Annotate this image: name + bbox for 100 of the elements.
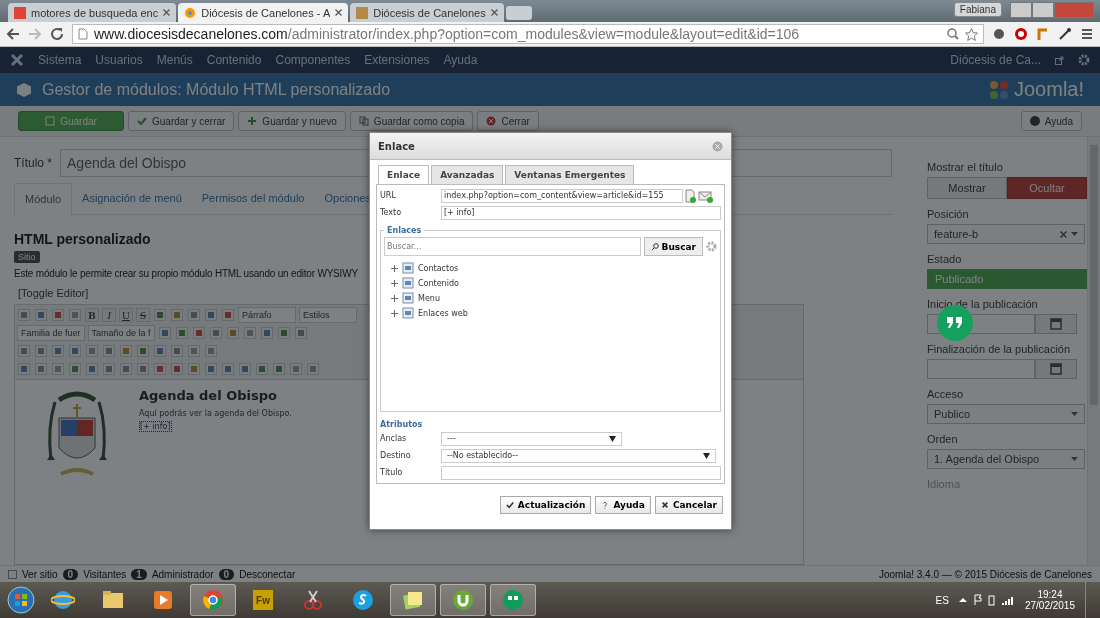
ie-app-icon[interactable] (51, 588, 75, 612)
expand-icon[interactable] (391, 279, 398, 287)
editor-tool-icon[interactable] (225, 326, 240, 340)
module-tab[interactable]: Permisos del módulo (191, 183, 315, 214)
chrome-app-icon[interactable] (201, 588, 225, 612)
scissors-app-icon[interactable] (301, 588, 325, 612)
status-link[interactable]: Administrador (151, 568, 214, 580)
editor-tool-icon[interactable] (102, 362, 116, 376)
target-select[interactable]: --No establecido-- (441, 448, 716, 463)
editor-tool-icon[interactable] (170, 344, 184, 358)
editor-tool-icon[interactable] (68, 344, 82, 358)
editor-tool-icon[interactable] (17, 362, 31, 376)
editor-tool-icon[interactable] (187, 308, 201, 322)
editor-tool-icon[interactable] (119, 362, 133, 376)
dialog-tab[interactable]: Enlace (378, 165, 430, 185)
close-icon[interactable] (335, 9, 343, 16)
editor-tool-icon[interactable] (187, 344, 201, 358)
new-tab-button[interactable] (505, 6, 532, 20)
tree-item[interactable]: Contenido (418, 278, 459, 288)
toggle-option[interactable]: Mostrar (927, 177, 1007, 199)
close-icon[interactable] (163, 9, 171, 16)
editor-tool-icon[interactable] (85, 362, 99, 376)
browser-tab[interactable]: motores de busqueda enc (8, 3, 177, 22)
toggle-option[interactable]: Ocultar (1007, 177, 1087, 199)
format-button[interactable]: B (85, 308, 99, 322)
editor-tool-icon[interactable] (170, 308, 184, 322)
maximize-button[interactable] (1032, 2, 1054, 18)
status-link[interactable]: Ver sitio (22, 568, 58, 580)
status-select[interactable]: Publicado (927, 269, 1087, 289)
language-indicator[interactable]: ES (935, 594, 949, 606)
editor-tool-icon[interactable] (187, 362, 201, 376)
select-field[interactable]: 1. Agenda del Obispo (927, 449, 1085, 469)
close-icon[interactable] (490, 9, 498, 16)
nav-menu-item[interactable]: Extensiones (364, 53, 430, 67)
editor-tool-icon[interactable] (153, 362, 167, 376)
anchors-select[interactable]: --- (441, 431, 622, 446)
clear-icon[interactable] (1060, 230, 1067, 238)
dialog-button[interactable]: Cancelar (654, 496, 723, 514)
editor-tool-icon[interactable] (136, 362, 150, 376)
editor-tool-icon[interactable] (102, 344, 116, 358)
expand-icon[interactable] (391, 309, 398, 317)
editor-tool-icon[interactable] (51, 362, 65, 376)
editor-tool-icon[interactable] (51, 308, 65, 322)
skype-app-icon[interactable] (351, 588, 375, 612)
editor-tool-icon[interactable] (238, 362, 252, 376)
media-app-icon[interactable] (151, 588, 175, 612)
calendar-button[interactable] (1035, 359, 1077, 379)
nav-menu-item[interactable]: Menús (156, 53, 193, 67)
date-field[interactable] (927, 359, 1035, 379)
torrent-app-icon[interactable] (451, 588, 475, 612)
editor-tool-icon[interactable] (272, 362, 286, 376)
nav-menu-item[interactable]: Usuarios (95, 53, 143, 67)
tree-item[interactable]: Menu (418, 293, 440, 303)
editor-tool-icon[interactable] (191, 326, 206, 340)
editor-tool-icon[interactable] (174, 326, 189, 340)
toolbar-button[interactable]: Cerrar (477, 111, 539, 131)
nav-menu-item[interactable]: Ayuda (443, 53, 478, 67)
expand-icon[interactable] (391, 264, 398, 272)
editor-tool-icon[interactable] (34, 308, 48, 322)
editor-tool-icon[interactable] (259, 326, 274, 340)
editor-tool-icon[interactable] (306, 362, 320, 376)
editor-tool-icon[interactable] (34, 362, 48, 376)
editor-tool-icon[interactable] (34, 344, 48, 358)
format-button[interactable]: S (136, 308, 150, 322)
editor-tool-icon[interactable] (221, 308, 235, 322)
editor-tool-icon[interactable] (204, 344, 218, 358)
format-button[interactable]: U (119, 308, 133, 322)
toolbar-button[interactable]: Guardar como copia (349, 111, 474, 131)
dialog-button[interactable]: Actualización (499, 496, 592, 514)
url-field[interactable]: index.php?option=com_content&view=article&id=155 (441, 188, 683, 203)
toolbar-button[interactable]: Guardar y nuevo (238, 111, 346, 131)
browser-tab[interactable]: Diócesis de Canelones - A (178, 3, 349, 22)
editor-tool-icon[interactable] (221, 362, 235, 376)
editor-tool-icon[interactable] (85, 344, 99, 358)
text-field[interactable]: [+ info] (441, 205, 721, 220)
font-size-select[interactable]: Tamaño de la f (87, 325, 155, 341)
nav-menu-item[interactable]: Sistema (38, 53, 82, 67)
editor-tool-icon[interactable] (204, 308, 218, 322)
editor-tool-icon[interactable] (68, 362, 82, 376)
nav-menu-item[interactable]: Contenido (206, 53, 262, 67)
editor-tool-icon[interactable] (276, 326, 291, 340)
search-button[interactable]: Buscar (643, 237, 703, 256)
toolbar-button[interactable]: Guardar (18, 111, 124, 131)
search-field[interactable]: Buscar... (384, 237, 641, 256)
tree-item[interactable]: Contactos (418, 263, 459, 273)
editor-tool-icon[interactable] (242, 326, 257, 340)
profile-button[interactable]: Fabiana (953, 2, 1002, 17)
status-link[interactable]: Desconectar (239, 568, 296, 580)
help-button[interactable]: Ayuda (1020, 111, 1082, 131)
editor-tool-icon[interactable] (170, 362, 184, 376)
calendar-button[interactable] (1035, 314, 1077, 334)
editor-tool-icon[interactable] (293, 326, 308, 340)
expand-icon[interactable] (391, 294, 398, 302)
editor-tool-icon[interactable] (153, 308, 167, 322)
paragraph-select[interactable]: Párrafo (238, 307, 296, 323)
styles-select[interactable]: Estilos (299, 307, 357, 323)
editor-tool-icon[interactable] (68, 308, 82, 322)
format-button[interactable]: I (102, 308, 116, 322)
tree-item[interactable]: Enlaces web (418, 308, 468, 318)
editor-tool-icon[interactable] (255, 362, 269, 376)
